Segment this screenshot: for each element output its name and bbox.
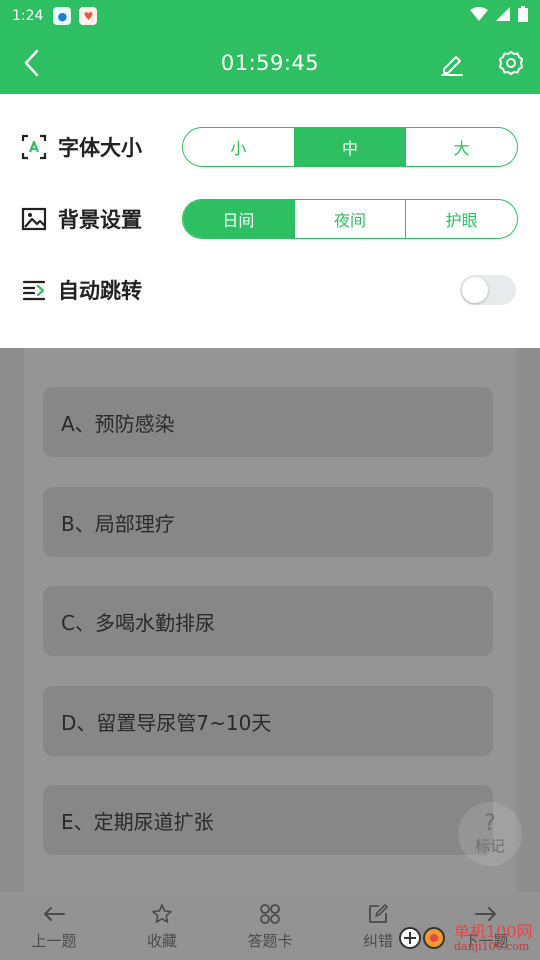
prev-question-button[interactable]: 上一题	[0, 892, 108, 960]
answer-option-b[interactable]: B、局部理疗	[43, 487, 493, 557]
font-size-label: 字体大小	[58, 136, 142, 160]
background-segmented-control: 日间 夜间 护眼	[182, 199, 518, 239]
background-row: 背景设置 日间 夜间 护眼	[0, 197, 540, 241]
arrow-left-icon	[42, 902, 66, 926]
reading-settings-panel: 字体大小 小 中 大 背景设置 日间 夜间 护眼 自动跳转	[0, 94, 540, 348]
favorite-button[interactable]: 收藏	[108, 892, 216, 960]
font-size-row: 字体大小 小 中 大	[0, 125, 540, 169]
gear-icon	[499, 51, 523, 75]
settings-button[interactable]	[495, 47, 527, 79]
star-icon	[151, 902, 173, 926]
watermark-logo-icon	[398, 923, 450, 953]
answer-option-d[interactable]: D、留置导尿管7~10天	[43, 686, 493, 756]
answer-option-a[interactable]: A、预防感染	[43, 387, 493, 457]
notification-app-icon: ●	[53, 7, 72, 25]
prev-question-label: 上一题	[31, 931, 77, 950]
status-bar: 1:24 ● ♥	[0, 0, 540, 32]
edit-square-icon	[367, 902, 389, 926]
favorite-label: 收藏	[146, 931, 177, 950]
image-icon	[20, 205, 48, 233]
mark-label: 标记	[474, 836, 505, 855]
font-size-icon	[20, 133, 48, 161]
background-night[interactable]: 夜间	[295, 200, 407, 238]
font-size-small[interactable]: 小	[183, 128, 295, 166]
font-size-medium[interactable]: 中	[294, 128, 407, 166]
auto-jump-label: 自动跳转	[58, 279, 142, 303]
grid-icon	[259, 902, 281, 926]
notification-heart-icon: ♥	[79, 7, 98, 25]
font-size-segmented-control: 小 中 大	[182, 127, 518, 167]
answer-option-c[interactable]: C、多喝水勤排尿	[43, 586, 493, 656]
status-time: 1:24	[12, 8, 44, 24]
battery-icon	[518, 6, 528, 26]
report-error-label: 纠错	[362, 931, 393, 950]
signal-icon	[496, 7, 510, 25]
answer-option-e[interactable]: E、定期尿道扩张	[43, 785, 493, 855]
font-size-large[interactable]: 大	[406, 128, 517, 166]
watermark-title: 单机100网	[454, 922, 533, 941]
question-mark-icon: ?	[484, 810, 496, 836]
answer-card-label: 答题卡	[247, 931, 293, 950]
app-bar: 01:59:45	[0, 32, 540, 94]
auto-jump-icon	[20, 276, 48, 304]
wifi-icon	[470, 7, 488, 25]
mark-button[interactable]: ? 标记	[458, 802, 522, 866]
background-day[interactable]: 日间	[183, 200, 295, 238]
answer-card-button[interactable]: 答题卡	[216, 892, 324, 960]
edit-button[interactable]	[436, 47, 468, 79]
watermark-domain: danji100.com	[454, 940, 530, 953]
pencil-icon	[441, 56, 463, 76]
background-eye-care[interactable]: 护眼	[406, 200, 517, 238]
auto-jump-toggle[interactable]	[460, 275, 516, 305]
background-label: 背景设置	[58, 208, 142, 232]
watermark: 单机100网 danji100.com	[398, 918, 540, 958]
toggle-knob	[462, 277, 488, 303]
auto-jump-row: 自动跳转	[0, 268, 540, 312]
